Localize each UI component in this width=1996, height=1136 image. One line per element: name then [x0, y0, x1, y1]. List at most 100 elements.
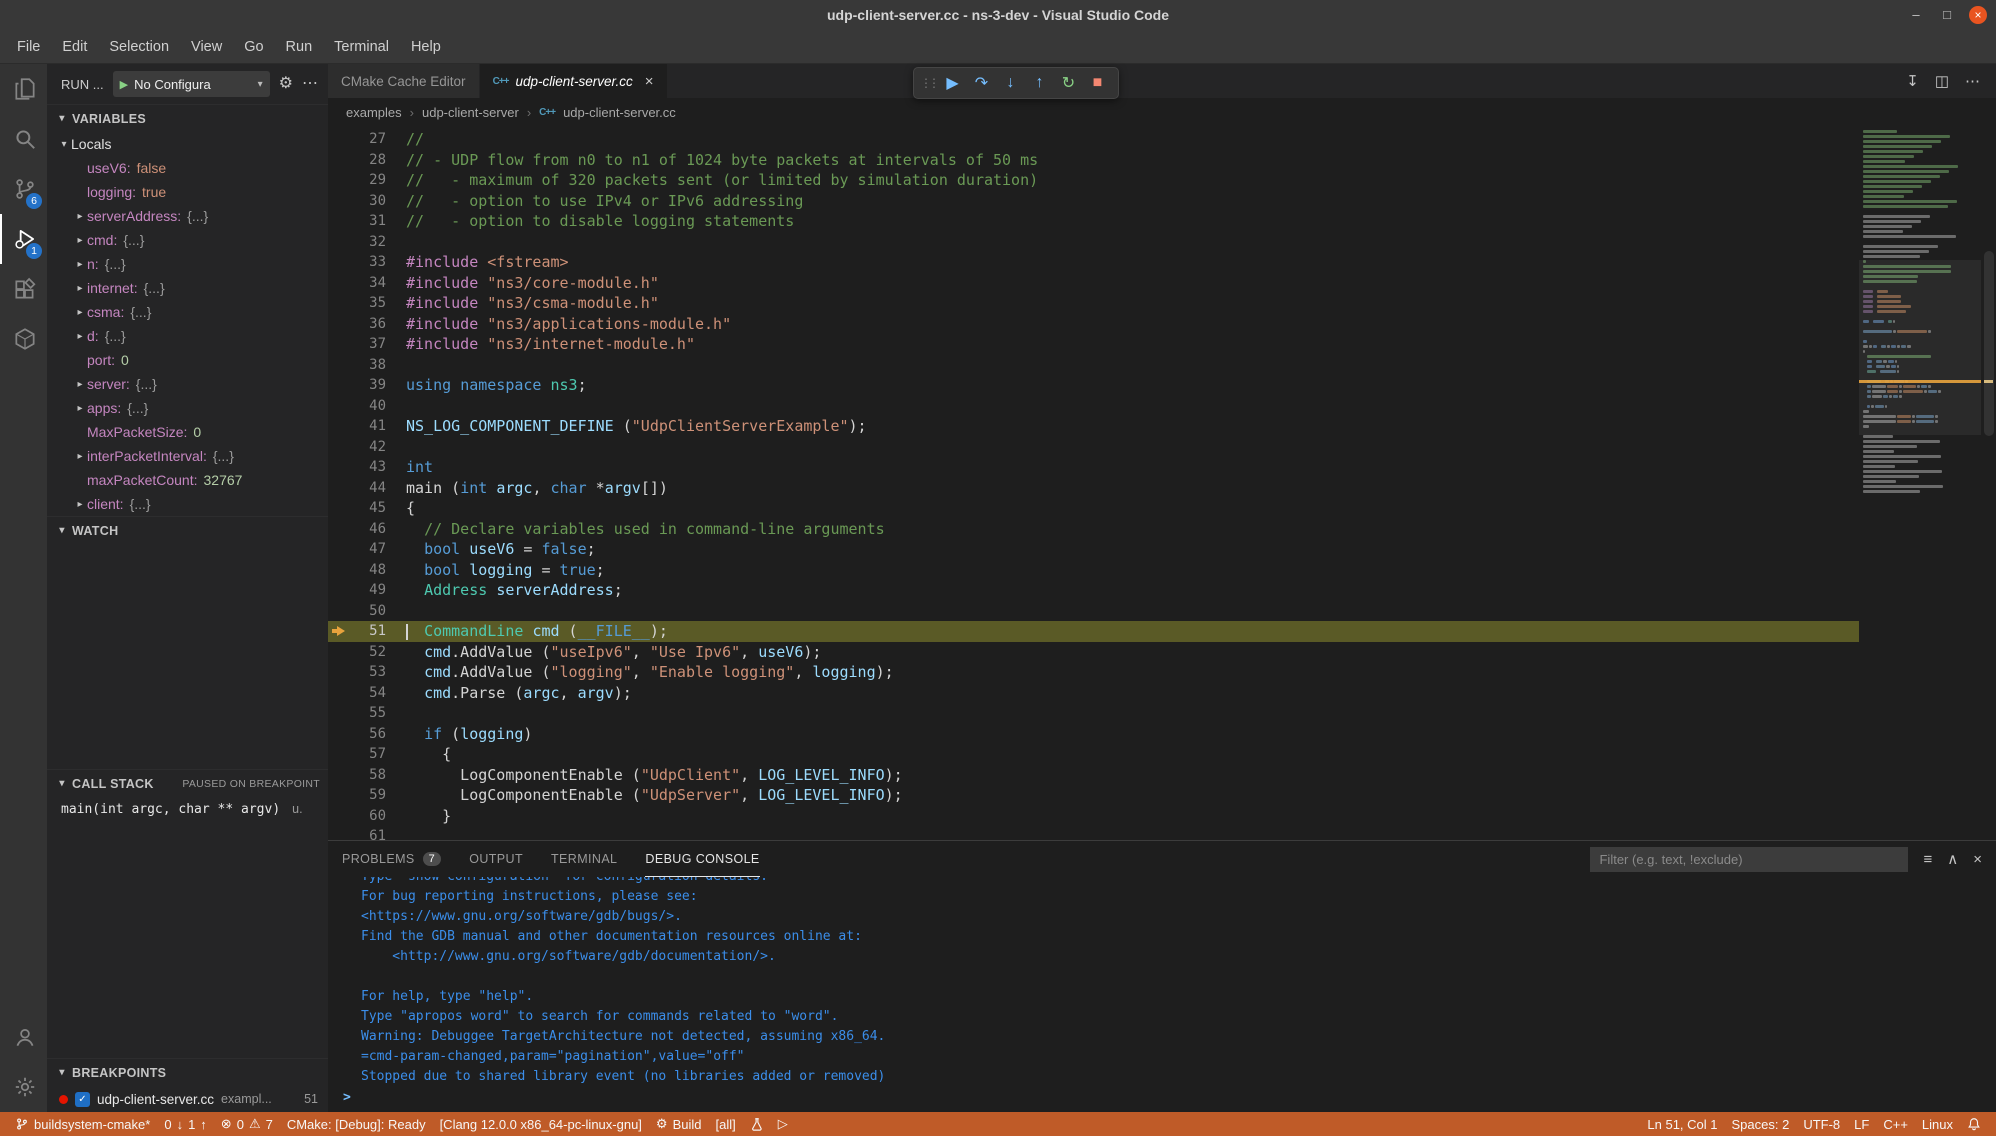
breakpoint-gutter[interactable]	[328, 211, 348, 232]
tab-cmake-cache-editor[interactable]: CMake Cache Editor	[328, 64, 480, 98]
code-line-49[interactable]: 49 Address serverAddress;	[328, 580, 1859, 601]
eol-status[interactable]: LF	[1847, 1112, 1876, 1136]
breakpoint-checkbox[interactable]: ✓	[75, 1092, 90, 1107]
code-line-42[interactable]: 42	[328, 437, 1859, 458]
code-line-39[interactable]: 39using namespace ns3;	[328, 375, 1859, 396]
code-line-47[interactable]: 47 bool useV6 = false;	[328, 539, 1859, 560]
code-line-50[interactable]: 50	[328, 601, 1859, 622]
close-tab-icon[interactable]: ×	[645, 73, 654, 90]
close-window-icon[interactable]: ×	[1969, 6, 1987, 24]
breakpoint-gutter[interactable]	[328, 273, 348, 294]
code-line-35[interactable]: 35#include "ns3/csma-module.h"	[328, 293, 1859, 314]
variable-cmd[interactable]: ▸cmd:{...}	[47, 228, 328, 252]
breakpoint-gutter[interactable]	[328, 314, 348, 335]
cmake-tools-icon[interactable]	[0, 314, 47, 364]
breakpoint-gutter[interactable]	[328, 724, 348, 745]
breakpoint-gutter[interactable]	[328, 293, 348, 314]
stop-button[interactable]: ■	[1083, 69, 1112, 97]
code-line-40[interactable]: 40	[328, 396, 1859, 417]
cmake-kit[interactable]: [Clang 12.0.0 x86_64-pc-linux-gnu]	[433, 1112, 649, 1136]
encoding-status[interactable]: UTF-8	[1796, 1112, 1847, 1136]
code-line-57[interactable]: 57 {	[328, 744, 1859, 765]
variable-n[interactable]: ▸n:{...}	[47, 252, 328, 276]
scope-locals[interactable]: ▾Locals	[47, 132, 328, 156]
console-input[interactable]: >	[343, 1087, 1996, 1107]
variable-server[interactable]: ▸server:{...}	[47, 372, 328, 396]
git-branch-status[interactable]: buildsystem-cmake*	[8, 1112, 157, 1136]
panel-menu-icon[interactable]: ≡	[1923, 851, 1932, 868]
menu-item-run[interactable]: Run	[275, 30, 324, 63]
panel-tab-problems[interactable]: PROBLEMS7	[342, 841, 441, 877]
problems-status[interactable]: ⊗ 0 ⚠ 7	[214, 1112, 280, 1136]
breakpoint-gutter[interactable]	[328, 539, 348, 560]
breakpoint-gutter[interactable]	[328, 150, 348, 171]
cursor-position-status[interactable]: Ln 51, Col 1	[1640, 1112, 1724, 1136]
debug-config-select[interactable]: ▶ No Configura ▾	[113, 71, 270, 97]
code-line-32[interactable]: 32	[328, 232, 1859, 253]
menu-item-terminal[interactable]: Terminal	[323, 30, 400, 63]
code-line-53[interactable]: 53 cmd.AddValue ("logging", "Enable logg…	[328, 662, 1859, 683]
variable-d[interactable]: ▸d:{...}	[47, 324, 328, 348]
variable-client[interactable]: ▸client:{...}	[47, 492, 328, 516]
language-mode-status[interactable]: C++	[1876, 1112, 1915, 1136]
minimize-icon[interactable]: –	[1907, 6, 1925, 24]
breakpoint-gutter[interactable]	[328, 457, 348, 478]
console-filter-input[interactable]	[1590, 847, 1908, 872]
breakpoint-gutter[interactable]	[328, 703, 348, 724]
code-line-34[interactable]: 34#include "ns3/core-module.h"	[328, 273, 1859, 294]
code-line-29[interactable]: 29// - maximum of 320 packets sent (or l…	[328, 170, 1859, 191]
breakpoint-gutter[interactable]	[328, 744, 348, 765]
menu-item-help[interactable]: Help	[400, 30, 452, 63]
panel-tab-output[interactable]: OUTPUT	[469, 841, 523, 877]
code-line-41[interactable]: 41NS_LOG_COMPONENT_DEFINE ("UdpClientSer…	[328, 416, 1859, 437]
cmake-build-button[interactable]: ⚙ Build	[649, 1112, 709, 1136]
variable-internet[interactable]: ▸internet:{...}	[47, 276, 328, 300]
code-line-46[interactable]: 46 // Declare variables used in command-…	[328, 519, 1859, 540]
debug-views-more-icon[interactable]: ⋯	[302, 76, 318, 92]
search-icon[interactable]	[0, 114, 47, 164]
breadcrumb-file[interactable]: udp-client-server.cc	[563, 105, 676, 120]
open-changes-icon[interactable]: ↧	[1906, 72, 1919, 90]
cpp-config-status[interactable]: Linux	[1915, 1112, 1960, 1136]
code-line-60[interactable]: 60 }	[328, 806, 1859, 827]
code-line-61[interactable]: 61	[328, 826, 1859, 840]
breadcrumb-item[interactable]: udp-client-server	[422, 105, 519, 120]
breakpoint-gutter[interactable]	[328, 478, 348, 499]
source-control-icon[interactable]: 6	[0, 164, 47, 214]
more-actions-icon[interactable]: ⋯	[1965, 72, 1980, 90]
breakpoint-item[interactable]: ✓ udp-client-server.cc exampl... 51	[47, 1086, 328, 1112]
editor-scrollbar[interactable]	[1981, 126, 1996, 840]
cmake-launch-button[interactable]: ▷	[771, 1112, 795, 1136]
breakpoint-gutter[interactable]	[328, 621, 348, 642]
breakpoints-section-header[interactable]: ▾ BREAKPOINTS	[47, 1058, 328, 1086]
breakpoint-gutter[interactable]	[328, 580, 348, 601]
continue-button[interactable]: ▶	[938, 69, 967, 97]
code-line-33[interactable]: 33#include <fstream>	[328, 252, 1859, 273]
code-line-59[interactable]: 59 LogComponentEnable ("UdpServer", LOG_…	[328, 785, 1859, 806]
code-line-31[interactable]: 31// - option to disable logging stateme…	[328, 211, 1859, 232]
variables-section-header[interactable]: ▾ VARIABLES	[47, 104, 328, 132]
notifications-bell[interactable]	[1960, 1112, 1988, 1136]
breadcrumb-item[interactable]: examples	[346, 105, 402, 120]
code-line-37[interactable]: 37#include "ns3/internet-module.h"	[328, 334, 1859, 355]
code-line-28[interactable]: 28// - UDP flow from n0 to n1 of 1024 by…	[328, 150, 1859, 171]
minimap-slider[interactable]	[1859, 260, 1981, 435]
git-sync-status[interactable]: 0↓ 1↑	[157, 1112, 213, 1136]
breakpoint-gutter[interactable]	[328, 129, 348, 150]
cmake-build-target[interactable]: [all]	[709, 1112, 743, 1136]
breakpoint-gutter[interactable]	[328, 232, 348, 253]
breakpoint-gutter[interactable]	[328, 437, 348, 458]
variable-port[interactable]: port:0	[47, 348, 328, 372]
debug-settings-gear-icon[interactable]: ⚙	[279, 76, 293, 92]
split-editor-icon[interactable]: ◫	[1935, 72, 1949, 90]
breakpoint-gutter[interactable]	[328, 375, 348, 396]
debug-console-output[interactable]: Type "show configuration" for configurat…	[328, 877, 1996, 1112]
code-line-45[interactable]: 45{	[328, 498, 1859, 519]
code-editor[interactable]: 27//28// - UDP flow from n0 to n1 of 102…	[328, 126, 1996, 840]
breakpoint-gutter[interactable]	[328, 806, 348, 827]
code-line-51[interactable]: 51 CommandLine cmd (__FILE__);	[328, 621, 1859, 642]
run-and-debug-icon[interactable]: 1	[0, 214, 47, 264]
maximize-icon[interactable]: □	[1938, 6, 1956, 24]
step-over-button[interactable]: ↷	[967, 69, 996, 97]
variable-serverAddress[interactable]: ▸serverAddress:{...}	[47, 204, 328, 228]
